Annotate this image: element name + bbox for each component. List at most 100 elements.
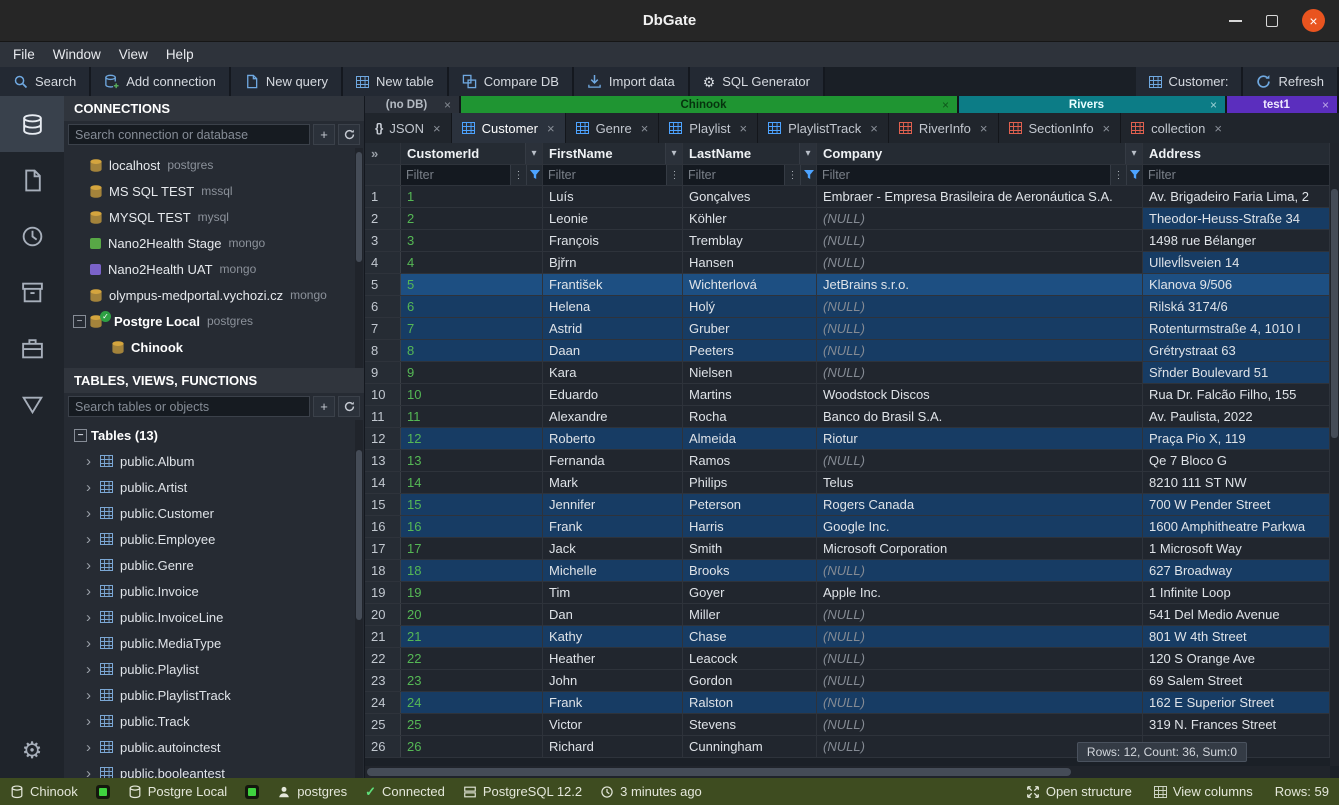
close-icon[interactable]: × <box>1302 9 1325 32</box>
cell-company[interactable]: (NULL) <box>817 670 1143 691</box>
table-row[interactable]: 24 24 Frank Ralston (NULL) 162 E Superio… <box>365 692 1330 714</box>
tables-scrollbar[interactable] <box>355 420 363 778</box>
connection-item[interactable]: − ✓ MYSQL TEST mysql <box>64 204 364 230</box>
cell-address[interactable]: 541 Del Medio Avenue <box>1143 604 1330 625</box>
cell-company[interactable]: Embraer - Empresa Brasileira de Aeronáut… <box>817 186 1143 207</box>
cell-firstname[interactable]: Bjřrn <box>543 252 683 273</box>
cell-address[interactable]: Praça Pio X, 119 <box>1143 428 1330 449</box>
db-group-no-db[interactable]: (no DB) × <box>365 96 461 113</box>
cell-customerid[interactable]: 3 <box>401 230 543 251</box>
table-row[interactable]: 12 12 Roberto Almeida Riotur Praça Pio X… <box>365 428 1330 450</box>
menu-view[interactable]: View <box>110 47 157 62</box>
cell-company[interactable]: Apple Inc. <box>817 582 1143 603</box>
cell-company[interactable]: Google Inc. <box>817 516 1143 537</box>
add-icon[interactable]: + <box>313 396 335 417</box>
compare-db-button[interactable]: Compare DB <box>449 67 574 96</box>
funnel-icon[interactable] <box>800 165 816 185</box>
table-row[interactable]: 4 4 Bjřrn Hansen (NULL) Ullevĺlsveien 14 <box>365 252 1330 274</box>
sidebar-table-item[interactable]: › public.Invoice <box>64 578 364 604</box>
cell-firstname[interactable]: Kara <box>543 362 683 383</box>
cell-lastname[interactable]: Almeida <box>683 428 817 449</box>
close-icon[interactable]: × <box>1208 98 1219 112</box>
tables-search-input[interactable] <box>68 396 310 417</box>
cell-customerid[interactable]: 6 <box>401 296 543 317</box>
cell-company[interactable]: (NULL) <box>817 648 1143 669</box>
cell-lastname[interactable]: Peterson <box>683 494 817 515</box>
horizontal-scrollbar[interactable] <box>365 766 1330 778</box>
chevron-right-icon[interactable]: › <box>86 506 100 521</box>
cell-company[interactable]: (NULL) <box>817 318 1143 339</box>
nav-files-icon[interactable] <box>0 152 64 208</box>
cell-firstname[interactable]: Frank <box>543 516 683 537</box>
cell-customerid[interactable]: 7 <box>401 318 543 339</box>
minimize-icon[interactable] <box>1229 20 1242 22</box>
close-icon[interactable]: × <box>978 121 988 136</box>
cell-firstname[interactable]: Luís <box>543 186 683 207</box>
tab[interactable]: {} Playlist × <box>659 113 758 143</box>
cell-lastname[interactable]: Holý <box>683 296 817 317</box>
row-number[interactable]: 12 <box>365 428 401 449</box>
cell-company[interactable]: (NULL) <box>817 208 1143 229</box>
sidebar-table-item[interactable]: › public.MediaType <box>64 630 364 656</box>
db-group-test1[interactable]: test1 × <box>1227 96 1339 113</box>
row-number[interactable]: 24 <box>365 692 401 713</box>
cell-lastname[interactable]: Harris <box>683 516 817 537</box>
table-row[interactable]: 2 2 Leonie Köhler (NULL) Theodor-Heuss-S… <box>365 208 1330 230</box>
filter-menu-icon[interactable]: ⋮ <box>666 165 682 185</box>
cell-firstname[interactable]: Mark <box>543 472 683 493</box>
cell-lastname[interactable]: Philips <box>683 472 817 493</box>
nav-plugins-icon[interactable] <box>0 320 64 376</box>
cell-company[interactable]: (NULL) <box>817 714 1143 735</box>
search-button[interactable]: Search <box>0 67 91 96</box>
cell-lastname[interactable]: Gruber <box>683 318 817 339</box>
cell-lastname[interactable]: Miller <box>683 604 817 625</box>
sidebar-table-item[interactable]: › public.booleantest <box>64 760 364 778</box>
grid-corner[interactable]: » <box>365 143 401 164</box>
menu-window[interactable]: Window <box>44 47 110 62</box>
sidebar-table-item[interactable]: › public.Album <box>64 448 364 474</box>
cell-firstname[interactable]: Leonie <box>543 208 683 229</box>
row-number[interactable]: 9 <box>365 362 401 383</box>
cell-firstname[interactable]: Eduardo <box>543 384 683 405</box>
cell-lastname[interactable]: Wichterlová <box>683 274 817 295</box>
cell-address[interactable]: Theodor-Heuss-Straße 34 <box>1143 208 1330 229</box>
vertical-scrollbar[interactable] <box>1330 143 1339 766</box>
row-number[interactable]: 13 <box>365 450 401 471</box>
row-number[interactable]: 6 <box>365 296 401 317</box>
cell-firstname[interactable]: Michelle <box>543 560 683 581</box>
table-row[interactable]: 3 3 François Tremblay (NULL) 1498 rue Bé… <box>365 230 1330 252</box>
table-row[interactable]: 18 18 Michelle Brooks (NULL) 627 Broadwa… <box>365 560 1330 582</box>
chevron-down-icon[interactable]: ▾ <box>525 143 542 164</box>
row-number[interactable]: 18 <box>365 560 401 581</box>
cell-company[interactable]: Woodstock Discos <box>817 384 1143 405</box>
row-number[interactable]: 1 <box>365 186 401 207</box>
cell-company[interactable]: Rogers Canada <box>817 494 1143 515</box>
chevron-down-icon[interactable]: ▾ <box>1125 143 1142 164</box>
cell-address[interactable]: 8210 111 ST NW <box>1143 472 1330 493</box>
cell-firstname[interactable]: Daan <box>543 340 683 361</box>
row-number[interactable]: 17 <box>365 538 401 559</box>
filter-menu-icon[interactable]: ⋮ <box>1110 165 1126 185</box>
close-icon[interactable]: × <box>639 121 649 136</box>
cell-lastname[interactable]: Ramos <box>683 450 817 471</box>
cell-firstname[interactable]: Jack <box>543 538 683 559</box>
cell-firstname[interactable]: Kathy <box>543 626 683 647</box>
cell-customerid[interactable]: 14 <box>401 472 543 493</box>
cell-lastname[interactable]: Nielsen <box>683 362 817 383</box>
cell-company[interactable]: Microsoft Corporation <box>817 538 1143 559</box>
row-number[interactable]: 19 <box>365 582 401 603</box>
cell-company[interactable]: Riotur <box>817 428 1143 449</box>
column-header-customerid[interactable]: CustomerId ▾ <box>401 143 543 164</box>
refresh-icon[interactable] <box>338 396 360 417</box>
cell-lastname[interactable]: Goyer <box>683 582 817 603</box>
cell-customerid[interactable]: 24 <box>401 692 543 713</box>
chevron-right-icon[interactable]: › <box>86 532 100 547</box>
new-query-button[interactable]: New query <box>231 67 343 96</box>
cell-lastname[interactable]: Martins <box>683 384 817 405</box>
cell-company[interactable]: (NULL) <box>817 560 1143 581</box>
cell-company[interactable]: (NULL) <box>817 362 1143 383</box>
cell-lastname[interactable]: Ralston <box>683 692 817 713</box>
table-row[interactable]: 20 20 Dan Miller (NULL) 541 Del Medio Av… <box>365 604 1330 626</box>
sidebar-table-item[interactable]: › public.autoinctest <box>64 734 364 760</box>
nav-cell-data-icon[interactable] <box>0 376 64 432</box>
